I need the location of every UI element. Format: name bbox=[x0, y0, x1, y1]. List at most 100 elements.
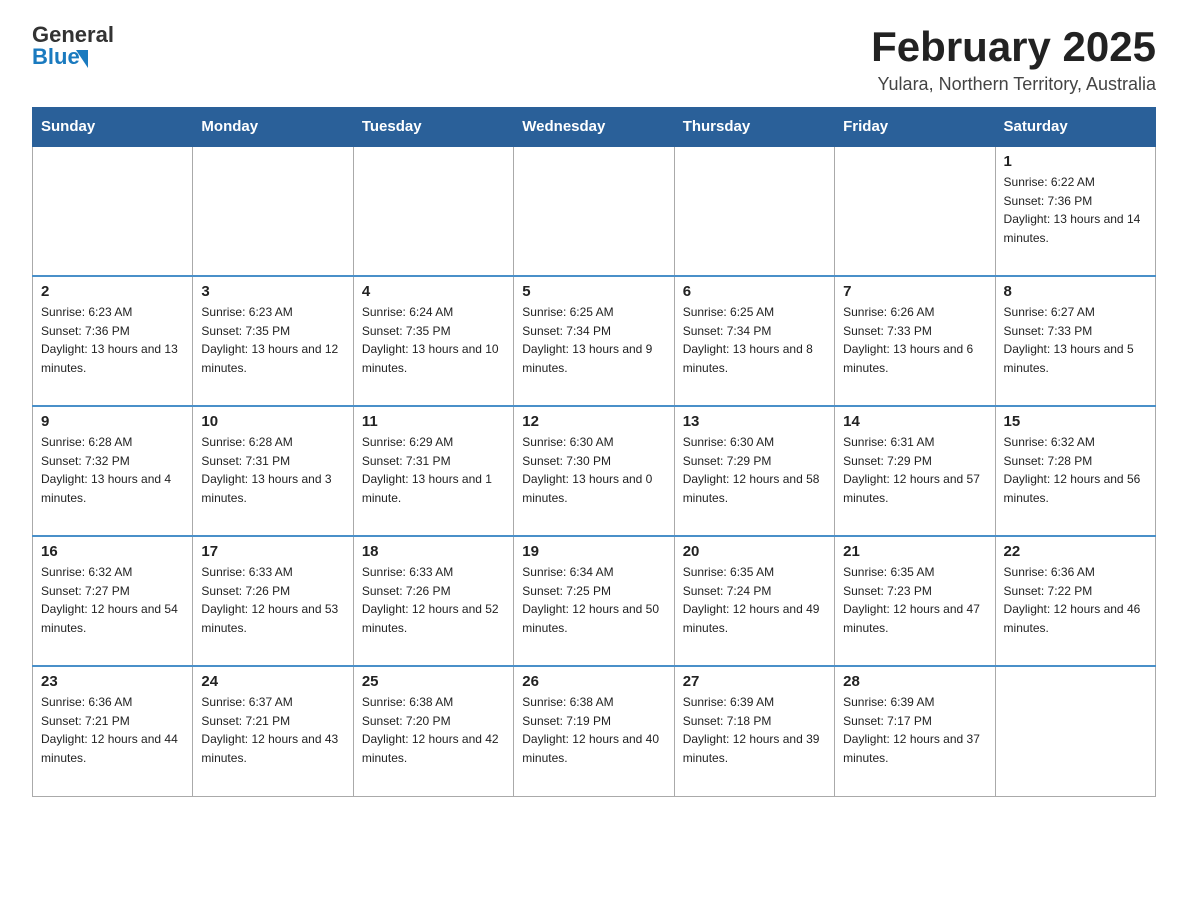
calendar-cell: 22Sunrise: 6:36 AM Sunset: 7:22 PM Dayli… bbox=[995, 536, 1155, 666]
calendar-cell: 24 Sunrise: 6:37 AM Sunset: 7:21 PM Dayli… bbox=[193, 666, 353, 796]
location-subtitle: Yulara, Northern Territory, Australia bbox=[871, 74, 1156, 95]
day-info: Sunrise: 6:28 AM Sunset: 7:32 PM Dayligh… bbox=[41, 433, 184, 507]
day-info: Sunrise: 6:36 AM Sunset: 7:21 PM Dayligh… bbox=[41, 693, 184, 767]
calendar-cell bbox=[995, 666, 1155, 796]
title-section: February 2025 Yulara, Northern Territory… bbox=[871, 24, 1156, 95]
day-info: Sunrise: 6:32 AM Sunset: 7:27 PM Dayligh… bbox=[41, 563, 184, 637]
calendar-week-row: 9 Sunrise: 6:28 AM Sunset: 7:32 PM Daylig… bbox=[33, 406, 1156, 536]
day-info: Sunrise: 6:27 AM Sunset: 7:33 PM Dayligh… bbox=[1004, 303, 1147, 377]
day-info: Sunrise: 6:38 AM Sunset: 7:20 PM Dayligh… bbox=[362, 693, 505, 767]
day-number: 9 bbox=[41, 413, 184, 430]
month-title: February 2025 bbox=[871, 24, 1156, 70]
day-number: 7 bbox=[843, 283, 986, 300]
day-number: 25 bbox=[362, 673, 505, 690]
day-number: 12 bbox=[522, 413, 665, 430]
calendar-cell: 28 Sunrise: 6:39 AM Sunset: 7:17 PM Dayli… bbox=[835, 666, 995, 796]
calendar-cell: 25 Sunrise: 6:38 AM Sunset: 7:20 PM Dayli… bbox=[353, 666, 513, 796]
calendar-cell: 10 Sunrise: 6:28 AM Sunset: 7:31 PM Dayli… bbox=[193, 406, 353, 536]
day-number: 2 bbox=[41, 283, 184, 300]
day-info: Sunrise: 6:22 AM Sunset: 7:36 PM Dayligh… bbox=[1004, 173, 1147, 247]
logo: General Blue bbox=[32, 24, 114, 68]
day-number: 26 bbox=[522, 673, 665, 690]
calendar-cell: 5Sunrise: 6:25 AM Sunset: 7:34 PM Daylig… bbox=[514, 276, 674, 406]
day-number: 1 bbox=[1004, 153, 1147, 170]
calendar-cell: 11 Sunrise: 6:29 AM Sunset: 7:31 PM Dayli… bbox=[353, 406, 513, 536]
day-number: 8 bbox=[1004, 283, 1147, 300]
calendar-cell: 19 Sunrise: 6:34 AM Sunset: 7:25 PM Dayli… bbox=[514, 536, 674, 666]
day-number: 21 bbox=[843, 543, 986, 560]
calendar-day-header: Sunday bbox=[33, 108, 193, 147]
day-info: Sunrise: 6:25 AM Sunset: 7:34 PM Dayligh… bbox=[683, 303, 826, 377]
calendar-cell: 18 Sunrise: 6:33 AM Sunset: 7:26 PM Dayli… bbox=[353, 536, 513, 666]
calendar-day-header: Wednesday bbox=[514, 108, 674, 147]
day-number: 11 bbox=[362, 413, 505, 430]
day-number: 3 bbox=[201, 283, 344, 300]
calendar-cell: 27 Sunrise: 6:39 AM Sunset: 7:18 PM Dayli… bbox=[674, 666, 834, 796]
day-number: 28 bbox=[843, 673, 986, 690]
calendar-cell bbox=[674, 146, 834, 276]
logo-arrow-icon bbox=[76, 50, 88, 68]
calendar-cell: 15 Sunrise: 6:32 AM Sunset: 7:28 PM Dayli… bbox=[995, 406, 1155, 536]
day-number: 13 bbox=[683, 413, 826, 430]
day-number: 14 bbox=[843, 413, 986, 430]
day-number: 20 bbox=[683, 543, 826, 560]
calendar-week-row: 2Sunrise: 6:23 AM Sunset: 7:36 PM Daylig… bbox=[33, 276, 1156, 406]
day-info: Sunrise: 6:31 AM Sunset: 7:29 PM Dayligh… bbox=[843, 433, 986, 507]
calendar-week-row: 1 Sunrise: 6:22 AM Sunset: 7:36 PM Daylig… bbox=[33, 146, 1156, 276]
day-number: 10 bbox=[201, 413, 344, 430]
calendar-cell: 16 Sunrise: 6:32 AM Sunset: 7:27 PM Dayli… bbox=[33, 536, 193, 666]
day-info: Sunrise: 6:34 AM Sunset: 7:25 PM Dayligh… bbox=[522, 563, 665, 637]
calendar-cell bbox=[33, 146, 193, 276]
calendar-cell: 20 Sunrise: 6:35 AM Sunset: 7:24 PM Dayli… bbox=[674, 536, 834, 666]
calendar-cell: 7 Sunrise: 6:26 AM Sunset: 7:33 PM Daylig… bbox=[835, 276, 995, 406]
day-info: Sunrise: 6:32 AM Sunset: 7:28 PM Dayligh… bbox=[1004, 433, 1147, 507]
calendar-table: SundayMondayTuesdayWednesdayThursdayFrid… bbox=[32, 107, 1156, 797]
day-info: Sunrise: 6:38 AM Sunset: 7:19 PM Dayligh… bbox=[522, 693, 665, 767]
day-number: 17 bbox=[201, 543, 344, 560]
day-info: Sunrise: 6:28 AM Sunset: 7:31 PM Dayligh… bbox=[201, 433, 344, 507]
calendar-header-row: SundayMondayTuesdayWednesdayThursdayFrid… bbox=[33, 108, 1156, 147]
day-info: Sunrise: 6:33 AM Sunset: 7:26 PM Dayligh… bbox=[362, 563, 505, 637]
calendar-cell: 8 Sunrise: 6:27 AM Sunset: 7:33 PM Daylig… bbox=[995, 276, 1155, 406]
logo-blue: Blue bbox=[32, 46, 80, 68]
calendar-cell bbox=[514, 146, 674, 276]
logo-general: General bbox=[32, 24, 114, 46]
day-number: 18 bbox=[362, 543, 505, 560]
day-info: Sunrise: 6:36 AM Sunset: 7:22 PM Dayligh… bbox=[1004, 563, 1147, 637]
day-info: Sunrise: 6:26 AM Sunset: 7:33 PM Dayligh… bbox=[843, 303, 986, 377]
day-info: Sunrise: 6:39 AM Sunset: 7:18 PM Dayligh… bbox=[683, 693, 826, 767]
calendar-week-row: 23Sunrise: 6:36 AM Sunset: 7:21 PM Dayli… bbox=[33, 666, 1156, 796]
day-info: Sunrise: 6:39 AM Sunset: 7:17 PM Dayligh… bbox=[843, 693, 986, 767]
day-info: Sunrise: 6:35 AM Sunset: 7:23 PM Dayligh… bbox=[843, 563, 986, 637]
calendar-week-row: 16 Sunrise: 6:32 AM Sunset: 7:27 PM Dayli… bbox=[33, 536, 1156, 666]
calendar-day-header: Friday bbox=[835, 108, 995, 147]
calendar-cell: 13 Sunrise: 6:30 AM Sunset: 7:29 PM Dayli… bbox=[674, 406, 834, 536]
calendar-cell: 3 Sunrise: 6:23 AM Sunset: 7:35 PM Daylig… bbox=[193, 276, 353, 406]
calendar-cell: 2Sunrise: 6:23 AM Sunset: 7:36 PM Daylig… bbox=[33, 276, 193, 406]
calendar-cell bbox=[835, 146, 995, 276]
day-number: 15 bbox=[1004, 413, 1147, 430]
day-info: Sunrise: 6:30 AM Sunset: 7:30 PM Dayligh… bbox=[522, 433, 665, 507]
calendar-cell bbox=[353, 146, 513, 276]
day-number: 16 bbox=[41, 543, 184, 560]
calendar-cell: 26 Sunrise: 6:38 AM Sunset: 7:19 PM Dayli… bbox=[514, 666, 674, 796]
calendar-cell: 12 Sunrise: 6:30 AM Sunset: 7:30 PM Dayli… bbox=[514, 406, 674, 536]
day-info: Sunrise: 6:37 AM Sunset: 7:21 PM Dayligh… bbox=[201, 693, 344, 767]
day-info: Sunrise: 6:35 AM Sunset: 7:24 PM Dayligh… bbox=[683, 563, 826, 637]
page-header: General Blue February 2025 Yulara, North… bbox=[32, 24, 1156, 95]
calendar-day-header: Monday bbox=[193, 108, 353, 147]
day-number: 24 bbox=[201, 673, 344, 690]
day-info: Sunrise: 6:33 AM Sunset: 7:26 PM Dayligh… bbox=[201, 563, 344, 637]
day-info: Sunrise: 6:29 AM Sunset: 7:31 PM Dayligh… bbox=[362, 433, 505, 507]
day-number: 19 bbox=[522, 543, 665, 560]
day-info: Sunrise: 6:30 AM Sunset: 7:29 PM Dayligh… bbox=[683, 433, 826, 507]
day-number: 4 bbox=[362, 283, 505, 300]
calendar-cell: 9 Sunrise: 6:28 AM Sunset: 7:32 PM Daylig… bbox=[33, 406, 193, 536]
calendar-day-header: Saturday bbox=[995, 108, 1155, 147]
day-number: 27 bbox=[683, 673, 826, 690]
calendar-day-header: Thursday bbox=[674, 108, 834, 147]
calendar-cell: 21 Sunrise: 6:35 AM Sunset: 7:23 PM Dayli… bbox=[835, 536, 995, 666]
day-info: Sunrise: 6:23 AM Sunset: 7:35 PM Dayligh… bbox=[201, 303, 344, 377]
calendar-cell: 1 Sunrise: 6:22 AM Sunset: 7:36 PM Daylig… bbox=[995, 146, 1155, 276]
day-info: Sunrise: 6:24 AM Sunset: 7:35 PM Dayligh… bbox=[362, 303, 505, 377]
